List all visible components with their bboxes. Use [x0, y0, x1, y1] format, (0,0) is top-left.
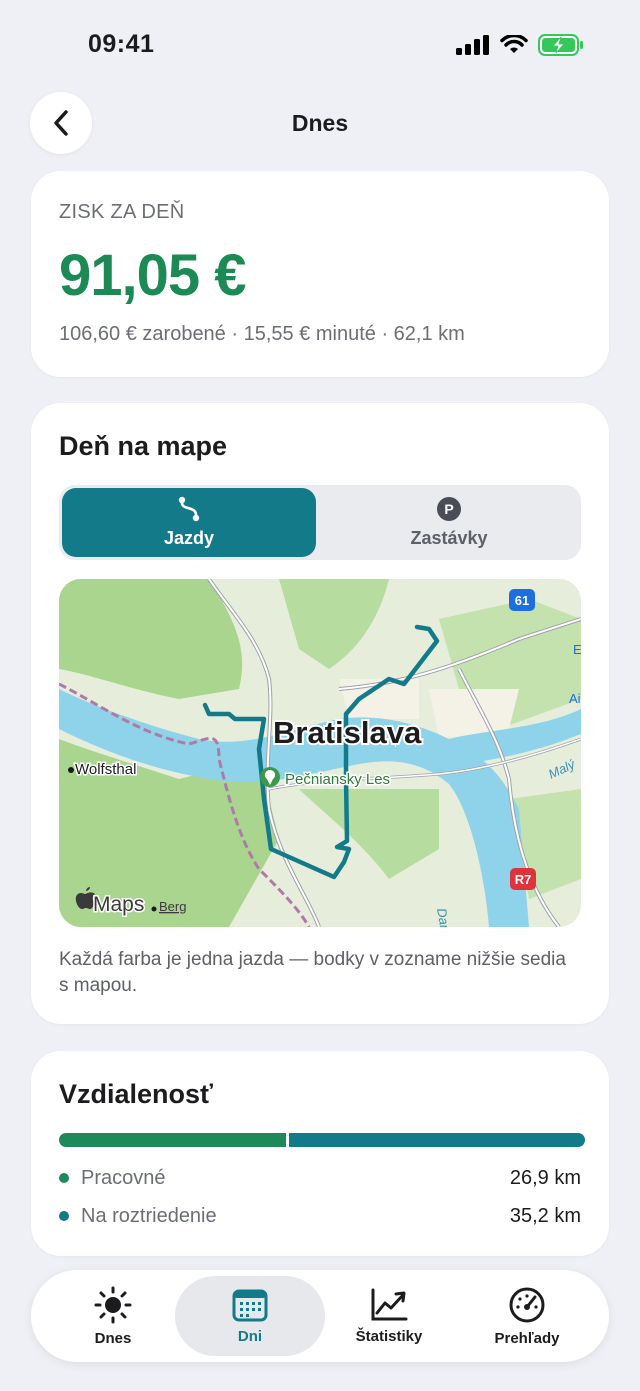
maps-attribution: Maps — [93, 893, 144, 916]
distance-row-value: 35,2 km — [509, 1204, 581, 1227]
tab-days-label: Dni — [237, 1327, 263, 1345]
tab-bar: Dnes Dni Štatistiky Prehľady — [31, 1270, 609, 1362]
map-caption: Každá farba je jedna jazda — bodky v zoz… — [59, 949, 566, 996]
sun-icon — [94, 1286, 132, 1323]
map-mode-segmented-control: Jazdy P Zastávky — [59, 485, 581, 560]
map-label-edge-2: Ai — [569, 691, 581, 706]
wifi-icon — [500, 35, 528, 53]
segment-stops-label: Zastávky — [410, 528, 488, 548]
daily-profit-card: ZISK ZA DEŇ 91,05 € 106,60 € zarobené · … — [31, 171, 609, 377]
cellular-signal-icon — [456, 35, 489, 55]
tab-days[interactable]: Dni — [175, 1276, 325, 1356]
distance-row-value: 26,9 km — [509, 1166, 581, 1189]
distance-bar-unsorted — [288, 1133, 585, 1147]
status-time: 09:41 — [88, 30, 155, 58]
map-canvas: Bratislava Pečniansky Les Wolfsthal 61 R… — [59, 579, 581, 927]
segment-rides-label: Jazdy — [163, 528, 215, 548]
map-label-road-61: 61 — [515, 593, 529, 608]
map-legal-link[interactable]: Berg — [159, 899, 186, 914]
day-map[interactable]: Bratislava Pečniansky Les Wolfsthal 61 R… — [59, 579, 581, 927]
unsorted-color-dot — [59, 1211, 69, 1221]
distance-row-label: Pracovné — [81, 1166, 166, 1189]
page-title: Dnes — [291, 110, 349, 136]
profit-label: ZISK ZA DEŇ — [59, 201, 185, 223]
distance-bar-work — [59, 1133, 286, 1147]
distance-row-work: Pracovné 26,9 km — [59, 1163, 581, 1193]
distance-card: Vzdialenosť Pracovné 26,9 km Na roztried… — [31, 1051, 609, 1256]
distance-row-label: Na roztriedenie — [81, 1204, 217, 1227]
map-card-title: Deň na mape — [59, 431, 228, 461]
tab-today-label: Dnes — [94, 1329, 132, 1347]
map-label-town: Wolfsthal — [75, 761, 136, 778]
tab-today[interactable]: Dnes — [38, 1276, 188, 1356]
segment-rides[interactable]: Jazdy — [62, 488, 316, 557]
calendar-icon — [232, 1289, 268, 1321]
segment-stops[interactable]: P Zastávky — [320, 488, 578, 557]
status-bar: 09:41 — [0, 0, 640, 90]
chart-icon — [371, 1288, 408, 1320]
map-label-river-bottom: Dar — [434, 907, 453, 927]
day-map-card: Deň na mape Jazdy P Zastávky Bratislava … — [31, 403, 609, 1024]
map-label-road-r7: R7 — [515, 872, 532, 887]
route-icon — [178, 496, 200, 522]
svg-text:P: P — [444, 501, 453, 517]
navigation-bar: Dnes — [0, 90, 640, 160]
profit-summary: 106,60 € zarobené · 15,55 € minuté · 62,… — [59, 323, 465, 345]
map-label-city: Bratislava — [273, 715, 422, 750]
map-label-edge-1: E — [573, 642, 581, 657]
map-label-park: Pečniansky Les — [285, 771, 390, 788]
distance-card-title: Vzdialenosť — [59, 1079, 213, 1109]
distance-row-unsorted: Na roztriedenie 35,2 km — [59, 1201, 581, 1231]
tab-statistics[interactable]: Štatistiky — [314, 1276, 464, 1356]
battery-charging-icon — [538, 34, 583, 56]
parking-icon: P — [437, 497, 461, 521]
distance-split-bar — [59, 1133, 585, 1147]
profit-value: 91,05 € — [59, 243, 247, 308]
tab-statistics-label: Štatistiky — [355, 1327, 423, 1345]
status-icons — [456, 34, 584, 56]
tab-overviews-label: Prehľady — [494, 1329, 560, 1347]
gauge-icon — [509, 1287, 545, 1322]
tab-overviews[interactable]: Prehľady — [452, 1276, 602, 1356]
work-color-dot — [59, 1173, 69, 1183]
